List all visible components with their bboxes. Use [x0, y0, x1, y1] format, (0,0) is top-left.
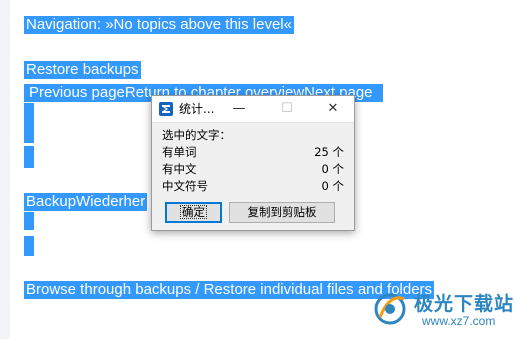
- left-rail: [0, 0, 10, 339]
- app-icon: [159, 102, 173, 116]
- stat-label: 中文符号: [162, 179, 208, 193]
- selection-block: [24, 236, 34, 256]
- watermark-logo-icon: [370, 287, 410, 327]
- selection-block: [24, 103, 34, 143]
- watermark: 极光下载站 www.xz7.com: [370, 283, 528, 333]
- dialog-title: 统计...: [179, 102, 215, 116]
- ok-button[interactable]: 确定: [165, 202, 222, 223]
- backup-title-partial: BackupWiederher: [24, 193, 148, 211]
- stat-value: 25 个: [314, 145, 344, 159]
- minimize-button[interactable]: —: [226, 100, 252, 118]
- selected-text-label: 选中的文字：: [162, 128, 231, 142]
- stat-label: 有中文: [162, 162, 197, 176]
- stat-value: 0 个: [321, 179, 344, 193]
- dialog-titlebar[interactable]: 统计... — ☐ ✕: [152, 96, 354, 123]
- ok-button-label: 确定: [180, 205, 207, 219]
- navigation-line: Navigation: »No topics above this level«: [24, 16, 294, 34]
- copy-to-clipboard-button[interactable]: 复制到剪贴板: [229, 202, 335, 223]
- maximize-button[interactable]: ☐: [274, 100, 300, 118]
- selection-block: [24, 146, 34, 168]
- stat-row: 有单词 25 个: [162, 144, 344, 161]
- close-button[interactable]: ✕: [320, 100, 346, 118]
- stat-value: 0 个: [321, 162, 344, 176]
- stat-row: 中文符号 0 个: [162, 178, 344, 195]
- statistics-dialog: 统计... — ☐ ✕ 选中的文字： 有单词 25 个 有中文 0 个 中文符号…: [151, 95, 355, 231]
- selection-block: [24, 212, 34, 230]
- stat-row: 有中文 0 个: [162, 161, 344, 178]
- page-heading: Restore backups: [24, 61, 141, 79]
- stat-label: 有单词: [162, 145, 197, 159]
- watermark-url: www.xz7.com: [422, 314, 496, 328]
- dialog-body: 选中的文字： 有单词 25 个 有中文 0 个 中文符号 0 个: [152, 123, 354, 195]
- watermark-name: 极光下载站: [414, 294, 515, 315]
